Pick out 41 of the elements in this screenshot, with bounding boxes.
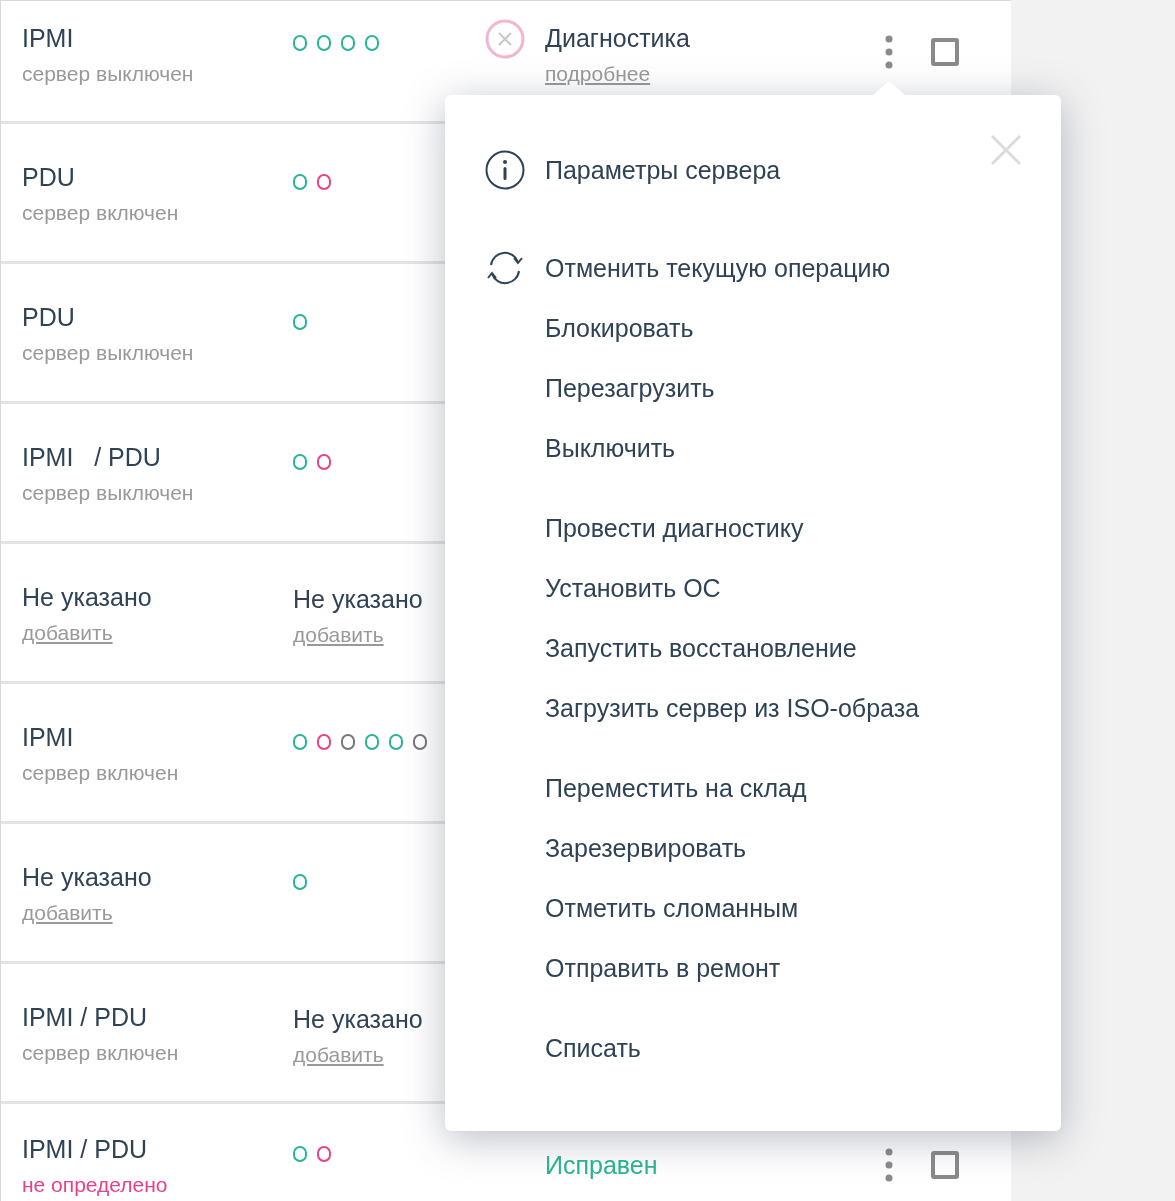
menu-item[interactable]: Запустить восстановление — [485, 631, 1061, 665]
error-icon — [485, 19, 525, 59]
interface-title: IPMI — [22, 23, 75, 53]
checkbox[interactable] — [931, 1151, 959, 1179]
interface-title: Не указано — [22, 582, 153, 612]
location-title: Не указано — [293, 584, 424, 614]
info-icon — [485, 150, 525, 190]
menu-item[interactable]: Установить ОС — [485, 571, 1061, 605]
power-state: сервер включен — [22, 200, 180, 226]
menu-item[interactable]: Блокировать — [485, 311, 1061, 345]
menu-item[interactable]: Зарезервировать — [485, 831, 1061, 865]
power-state: не определено — [22, 1172, 169, 1198]
menu-item[interactable]: Параметры сервера — [485, 153, 1061, 187]
menu-item[interactable]: Отметить сломанным — [485, 891, 1061, 925]
power-state: сервер включен — [22, 760, 180, 786]
interface-title: IPMI — [22, 722, 75, 752]
location-title: Не указано — [293, 1004, 424, 1034]
interface-title: IPMI / PDU — [22, 1134, 148, 1164]
menu-item[interactable]: Отправить в ремонт — [485, 951, 1061, 985]
menu-item[interactable]: Загрузить сервер из ISO-образа — [485, 691, 1061, 725]
power-state: сервер включен — [22, 1040, 180, 1066]
interface-title: IPMI / PDU — [22, 442, 162, 472]
interface-title: PDU — [22, 302, 76, 332]
power-state: сервер выключен — [22, 340, 195, 366]
interface-title: Не указано — [22, 862, 153, 892]
power-state: сервер выключен — [22, 61, 195, 87]
menu-item[interactable]: Провести диагностику — [485, 511, 1061, 545]
status-title: Диагностика — [545, 23, 691, 53]
power-state: сервер выключен — [22, 480, 195, 506]
interface-title: PDU — [22, 162, 76, 192]
status-text: Исправен — [545, 1150, 659, 1180]
menu-item[interactable]: Переместить на склад — [485, 771, 1061, 805]
checkbox[interactable] — [931, 38, 959, 66]
menu-item[interactable]: Выключить — [485, 431, 1061, 465]
menu-item[interactable]: Списать — [485, 1031, 1061, 1065]
menu-item[interactable]: Отменить текущую операцию — [485, 251, 1061, 285]
refresh-icon — [485, 250, 525, 286]
more-icon[interactable] — [885, 1148, 893, 1182]
more-icon[interactable] — [885, 35, 893, 69]
interface-title: IPMI / PDU — [22, 1002, 148, 1032]
menu-item[interactable]: Перезагрузить — [485, 371, 1061, 405]
